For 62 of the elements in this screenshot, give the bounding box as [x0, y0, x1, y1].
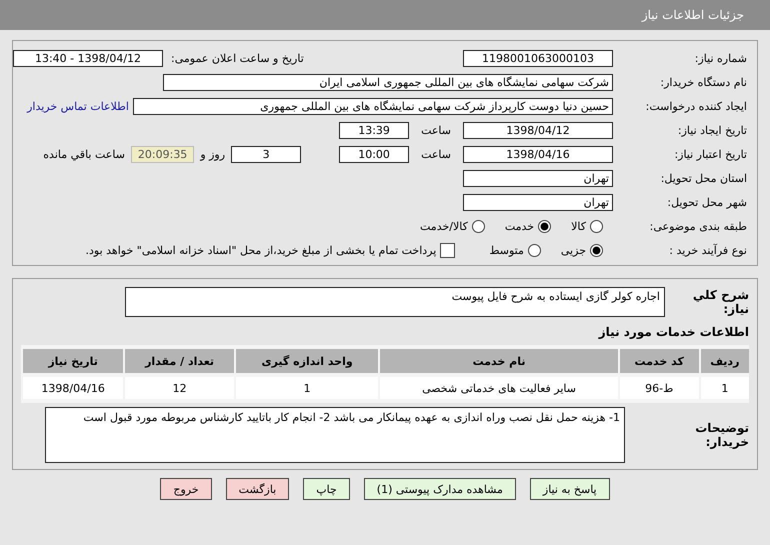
- table-cell: ط-96: [618, 377, 699, 399]
- radio-label: جزیی: [560, 244, 586, 256]
- requester-field[interactable]: حسین دنیا دوست کارپرداز شرکت سهامی نمایشگاه های بین المللی جمهوری: [133, 98, 613, 114]
- action-button[interactable]: بازگشت: [226, 478, 290, 500]
- city-field[interactable]: تهران: [463, 194, 613, 210]
- page-title: جزئیات اطلاعات نیاز: [642, 8, 744, 22]
- radio-button[interactable]: [590, 244, 603, 256]
- buyer-notes-field: 1- هزینه حمل نقل نصب وراه اندازی به عهده پیمانکار می باشد 2- انجام کار باتایید کارشناس مربوطه مورد قبول است: [45, 407, 625, 463]
- radio-button[interactable]: [472, 220, 485, 232]
- buyer-org-field[interactable]: شرکت سهامی نمایشگاه های بین المللی جمهوری اسلامی ایران: [163, 74, 613, 90]
- field-label: استان محل تحویل:: [660, 172, 748, 184]
- description-field: اجاره کولر گازی ایستاده به شرح فایل پیوست: [125, 287, 665, 317]
- radio-label: خدمت: [504, 220, 534, 232]
- remaining-time: 20:09:35: [130, 146, 194, 162]
- radio-label: متوسط: [489, 244, 524, 256]
- days-field[interactable]: 3: [231, 146, 302, 162]
- created-time-field[interactable]: 13:39: [339, 122, 410, 138]
- field-label: طبقه بندی موضوعی:: [648, 220, 748, 232]
- field-label: نوع فرآیند خرید :: [668, 244, 748, 256]
- radio-button[interactable]: [538, 220, 552, 232]
- field-label: تاریخ اعتبار نیاز:: [673, 148, 748, 160]
- column-header: واحد اندازه گیری: [234, 349, 378, 373]
- need-number-field[interactable]: 1198001063000103: [463, 50, 613, 66]
- table-cell: سایر فعالیت های خدماتی شخصی: [378, 377, 618, 399]
- checkbox[interactable]: [440, 242, 456, 258]
- column-header: ردیف: [698, 349, 749, 373]
- created-date-field[interactable]: 1398/04/12: [463, 122, 613, 138]
- field-label: شرح کلي نیاز:: [692, 288, 749, 316]
- section-title: اطلاعات خدمات مورد نیاز: [597, 325, 749, 339]
- field-label: توضیحات خریدار:: [694, 421, 749, 449]
- column-header: تعداد / مقدار: [123, 349, 234, 373]
- radio-button[interactable]: [528, 244, 541, 256]
- validity-date-field[interactable]: 1398/04/16: [463, 146, 613, 162]
- field-label: ساعت: [421, 124, 451, 136]
- radio-button[interactable]: [590, 220, 603, 232]
- radio-label: کالا: [571, 220, 586, 232]
- announce-date-field[interactable]: 1398/04/12 - 13:40: [13, 50, 163, 66]
- field-label: شهر محل تحویل:: [666, 196, 748, 208]
- field-label: ساعت: [421, 148, 451, 160]
- table-cell: 1: [234, 377, 378, 399]
- action-button[interactable]: چاپ: [303, 478, 350, 500]
- field-label: روز و: [200, 148, 226, 160]
- action-button[interactable]: مشاهده مدارک پیوستی (1): [364, 478, 516, 500]
- field-label: تاریخ و ساعت اعلان عمومی:: [171, 52, 304, 64]
- column-header: کد خدمت: [618, 349, 699, 373]
- buyer-contact-link[interactable]: اطلاعات تماس خریدار: [27, 100, 129, 112]
- field-label: تاریخ ایجاد نیاز:: [676, 124, 748, 136]
- field-label: نام دستگاه خریدار:: [659, 76, 748, 88]
- action-button[interactable]: پاسخ به نیاز: [530, 478, 610, 500]
- checkbox-label: پرداخت تمام یا بخشی از مبلغ خرید،از محل "اسناد خزانه اسلامی" خواهد بود.: [86, 244, 436, 256]
- province-field[interactable]: تهران: [463, 170, 613, 186]
- field-label: ساعت باقي مانده: [43, 148, 125, 160]
- table-cell: 1398/04/16: [21, 377, 124, 399]
- column-header: نام خدمت: [378, 349, 618, 373]
- validity-time-field[interactable]: 10:00: [339, 146, 410, 162]
- table-cell: 1: [698, 377, 749, 399]
- column-header: تاریخ نیاز: [21, 349, 124, 373]
- radio-label: کالا/خدمت: [420, 220, 468, 232]
- field-label: ایجاد کننده درخواست:: [644, 100, 748, 112]
- action-button[interactable]: خروج: [160, 478, 212, 500]
- table-cell: 12: [123, 377, 234, 399]
- field-label: شماره نیاز:: [694, 52, 748, 64]
